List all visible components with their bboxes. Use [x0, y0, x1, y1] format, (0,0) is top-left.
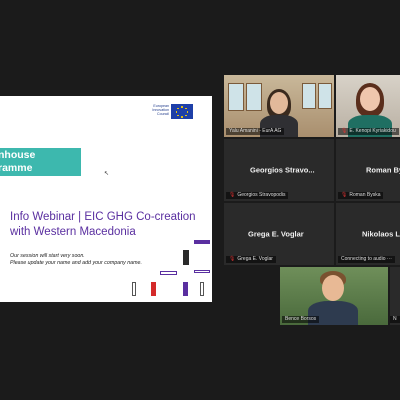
slide-title-line-2: with Western Macedonia [10, 226, 136, 238]
participant-name-label: 🎙 E. Kenopi Kyriakidou [338, 128, 399, 135]
participant-name-label: 🎙 Georgios Stravopodis [226, 192, 289, 199]
eu-flag-icon [171, 104, 193, 119]
participant-name-label: Bence Borsos [282, 316, 320, 323]
participant-display-name: Nikolaos Liv [362, 229, 400, 239]
decor-bar-dark [183, 250, 189, 265]
participant-label-text: E. Kenopi Kyriakidou [349, 128, 396, 134]
mic-muted-icon: 🎙 [341, 192, 348, 198]
slide-subtitle-line-2: Please update your name and add your com… [10, 259, 142, 266]
participant-display-name: Grega E. Voglar [248, 229, 304, 239]
slide-title: Info Webinar | EIC GHG Co-creation with … [10, 210, 210, 240]
decor-outline-purple [160, 271, 177, 275]
slide-title-line-1: Info Webinar | EIC GHG Co-creation [10, 211, 196, 223]
decor-outline-grey [132, 282, 136, 296]
decor-outline-purple-2 [194, 270, 210, 273]
participant-label-text: Georgios Stravopodis [237, 192, 286, 198]
mic-muted-icon: 🎙 [229, 192, 236, 198]
participant-name-label: N [390, 316, 400, 323]
eic-line-3: Council [157, 112, 169, 117]
programme-banner: nhouse ramme [0, 148, 81, 176]
participant-tile-video[interactable]: Yalu Amanini - EurA AG [224, 75, 334, 137]
mouse-cursor-icon: ↖ [104, 171, 110, 177]
participant-display-name: Georgios Stravo... [250, 165, 315, 175]
decor-bar-purple [183, 282, 188, 296]
decor-bar-purple-top [194, 240, 210, 244]
participant-tile[interactable]: Nikolaos Liv Connecting to audio ··· [336, 203, 400, 265]
participant-tile-video[interactable]: 🎙 E. Kenopi Kyriakidou [336, 75, 400, 137]
participant-label-text: Grega E. Voglar [237, 256, 273, 262]
participant-tile[interactable]: Grega E. Voglar 🎙 Grega E. Voglar [224, 203, 334, 265]
participant-tile[interactable]: Roman Bys 🎙Roman Byska [336, 139, 400, 201]
participant-tile[interactable]: Georgios Stravo... 🎙 Georgios Stravopodis [224, 139, 334, 201]
slide-subtitle-line-1: Our session will start very soon. [10, 253, 85, 259]
participant-name-label: 🎙 Roman Byska [338, 192, 384, 199]
mic-muted-icon: 🎙 [341, 128, 348, 134]
mic-muted-icon: 🎙 [229, 256, 236, 262]
banner-line-1: nhouse [0, 149, 36, 161]
shared-screen-slide: European Innovation Council nhouse ramme… [0, 96, 212, 302]
decor-bar-red [151, 282, 156, 296]
eic-logo-text: European Innovation Council [145, 104, 169, 117]
participant-name-label: Yalu Amanini - EurA AG [226, 128, 285, 135]
decor-outline-grey-2 [200, 282, 204, 296]
participant-name-label: Connecting to audio ··· [338, 256, 395, 263]
slide-subtitle: Our session will start very soon. Please… [10, 253, 190, 266]
participant-tile[interactable]: N [390, 267, 400, 325]
participant-label-text: Roman Byska [349, 192, 381, 198]
participant-tile-video[interactable]: Bence Borsos [280, 267, 388, 325]
participant-display-name: Roman Bys [366, 165, 400, 175]
banner-line-2: ramme [0, 162, 33, 174]
participant-name-label: 🎙 Grega E. Voglar [226, 256, 276, 263]
eic-logo: European Innovation Council [145, 104, 197, 120]
